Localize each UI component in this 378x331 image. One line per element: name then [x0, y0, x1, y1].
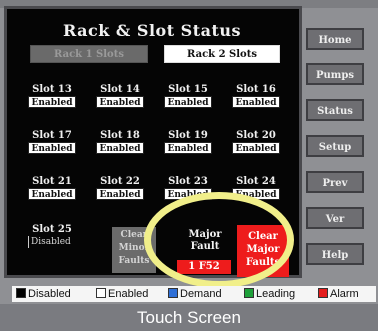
slot-status: Enabled	[164, 142, 212, 154]
legend-alarm: Alarm	[318, 288, 359, 300]
leading-swatch	[244, 288, 254, 298]
slot-14: Slot 14 Enabled	[93, 83, 147, 108]
slot-16: Slot 16 Enabled	[229, 83, 283, 108]
rack-2-slots-button[interactable]: Rack 2 Slots	[164, 45, 280, 63]
slot-label: Slot 17	[32, 130, 72, 141]
legend-demand: Demand	[168, 288, 222, 300]
slot-status: Enabled	[28, 142, 76, 154]
slot-18: Slot 18 Enabled	[93, 129, 147, 154]
slot-status: Enabled	[28, 96, 76, 108]
slot-label: Slot 13	[32, 84, 72, 95]
slot-25: Slot 25 Disabled	[25, 223, 79, 248]
slot-label: Slot 24	[236, 176, 276, 187]
page-title: Rack & Slot Status	[62, 21, 242, 40]
status-legend: Disabled Enabled Demand Leading Alarm	[12, 286, 376, 302]
slot-label: Slot 14	[100, 84, 140, 95]
slot-status: Enabled	[232, 142, 280, 154]
legend-disabled: Disabled	[16, 288, 71, 300]
clear-minor-faults-button[interactable]: Clear Minor Faults	[112, 227, 156, 273]
pumps-button[interactable]: Pumps	[306, 63, 364, 85]
slot-status: Enabled	[96, 188, 144, 200]
slot-21: Slot 21 Enabled	[25, 175, 79, 200]
setup-button[interactable]: Setup	[306, 135, 364, 157]
slot-label: Slot 18	[100, 130, 140, 141]
ver-button[interactable]: Ver	[306, 207, 364, 229]
slot-label: Slot 21	[32, 176, 72, 187]
slot-19: Slot 19 Enabled	[161, 129, 215, 154]
major-fault-code: 1 F52	[177, 260, 231, 274]
legend-enabled: Enabled	[96, 288, 148, 300]
slot-17: Slot 17 Enabled	[25, 129, 79, 154]
slot-label: Slot 25	[32, 224, 72, 235]
status-button[interactable]: Status	[306, 99, 364, 121]
slot-status: Enabled	[28, 188, 76, 200]
home-button[interactable]: Home	[306, 28, 364, 50]
legend-label: Demand	[180, 288, 222, 300]
prev-button[interactable]: Prev	[306, 171, 364, 193]
slot-status: Enabled	[232, 188, 280, 200]
slot-15: Slot 15 Enabled	[161, 83, 215, 108]
slot-label: Slot 16	[236, 84, 276, 95]
demand-swatch	[168, 288, 178, 298]
enabled-swatch	[96, 288, 106, 298]
slot-23: Slot 23 Enabled	[161, 175, 215, 200]
slot-status: Disabled	[28, 236, 76, 248]
slot-status: Enabled	[164, 96, 212, 108]
clear-major-faults-button[interactable]: Clear Major Faults	[237, 225, 289, 277]
slot-status: Enabled	[96, 142, 144, 154]
slot-label: Slot 22	[100, 176, 140, 187]
slot-13: Slot 13 Enabled	[25, 83, 79, 108]
legend-label: Enabled	[108, 288, 149, 300]
slot-22: Slot 22 Enabled	[93, 175, 147, 200]
major-fault-label: Major Fault	[188, 229, 222, 252]
slot-label: Slot 15	[168, 84, 208, 95]
touch-screen-label: Touch Screen	[0, 304, 378, 331]
legend-leading: Leading	[244, 288, 295, 300]
slot-status: Enabled	[96, 96, 144, 108]
slot-label: Slot 20	[236, 130, 276, 141]
legend-label: Disabled	[28, 288, 71, 300]
alarm-swatch	[318, 288, 328, 298]
rack-1-slots-button[interactable]: Rack 1 Slots	[30, 45, 148, 63]
help-button[interactable]: Help	[306, 243, 364, 265]
disabled-swatch	[16, 288, 26, 298]
legend-label: Alarm	[330, 288, 359, 300]
hmi-screen: Rack & Slot Status Rack 1 Slots Rack 2 S…	[4, 6, 302, 278]
slot-status: Enabled	[164, 188, 212, 200]
slot-20: Slot 20 Enabled	[229, 129, 283, 154]
slot-status: Enabled	[232, 96, 280, 108]
slot-label: Slot 23	[168, 176, 208, 187]
legend-label: Leading	[256, 288, 296, 300]
slot-label: Slot 19	[168, 130, 208, 141]
slot-24: Slot 24 Enabled	[229, 175, 283, 200]
